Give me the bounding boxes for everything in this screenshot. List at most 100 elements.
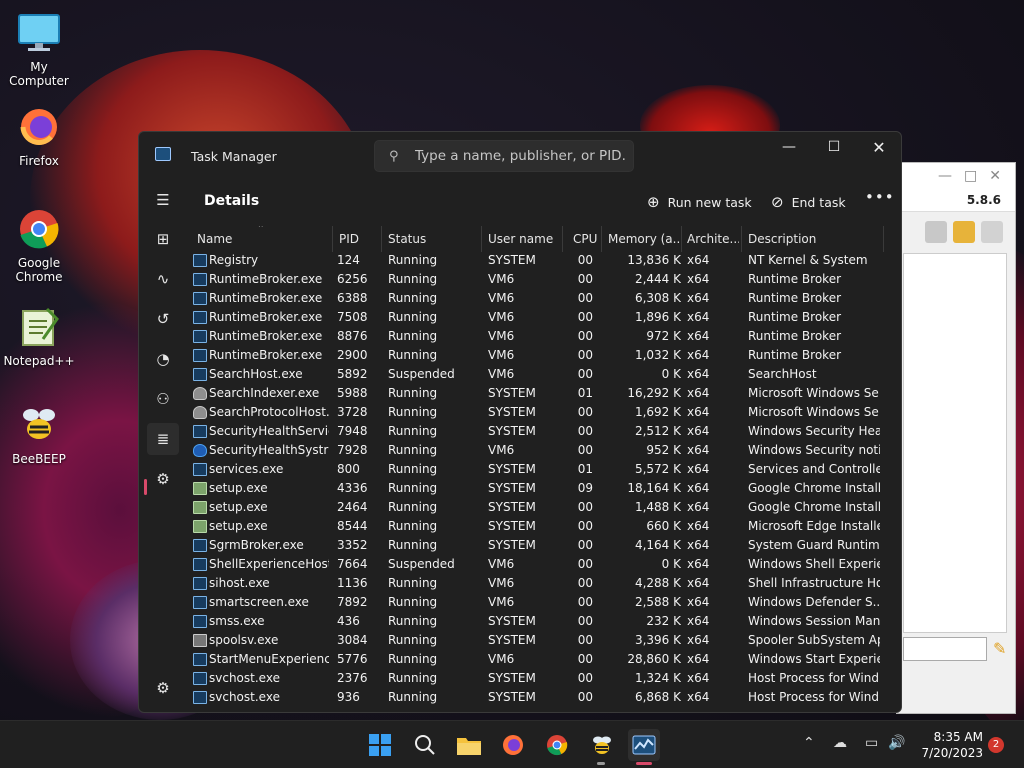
- table-row[interactable]: RuntimeBroker.exe 2900 Running VM6 00 1,032 K…: [191, 347, 887, 366]
- table-row[interactable]: setup.exe 4336 Running SYSTEM 09 18,164 K x64 G…: [191, 480, 887, 499]
- table-row[interactable]: RuntimeBroker.exe 6256 Running VM6 00 2,444 K…: [191, 271, 887, 290]
- table-row[interactable]: SgrmBroker.exe 3352 Running SYSTEM 00 4,164 K…: [191, 537, 887, 556]
- maximize-button[interactable]: ☐: [811, 132, 857, 162]
- clock[interactable]: 8:35 AM 7/20/2023: [915, 729, 983, 761]
- performance-icon[interactable]: ∿: [147, 263, 179, 295]
- table-row[interactable]: ShellExperienceHost.... 7664 Suspended VM6 0…: [191, 556, 887, 575]
- services-icon[interactable]: ⚙: [147, 463, 179, 495]
- column-divider[interactable]: [481, 226, 482, 252]
- beebeep-taskbar-icon[interactable]: [586, 729, 618, 761]
- startup-apps-icon[interactable]: ◔: [147, 343, 179, 375]
- search-input[interactable]: [415, 145, 625, 167]
- column-header-user-name[interactable]: User name: [488, 232, 553, 246]
- cell-pid: 8544: [337, 519, 368, 533]
- column-header-name[interactable]: Name: [197, 232, 232, 246]
- search-box[interactable]: ⚲: [374, 140, 634, 172]
- running-indicator: [597, 762, 605, 765]
- chevron-up-icon[interactable]: ⌃: [803, 735, 815, 751]
- column-divider[interactable]: [883, 226, 884, 252]
- desktop-icon-firefox[interactable]: Firefox: [0, 104, 78, 168]
- close-icon[interactable]: ✕: [989, 168, 1001, 184]
- cell-memory: 972 K: [646, 329, 681, 343]
- table-row[interactable]: SecurityHealthServic... 7948 Running SYSTEM…: [191, 423, 887, 442]
- column-divider[interactable]: [681, 226, 682, 252]
- column-header-description[interactable]: Description: [748, 232, 816, 246]
- maximize-icon[interactable]: □: [964, 168, 977, 184]
- start-button[interactable]: [364, 729, 396, 761]
- desktop-icon-google-chrome[interactable]: Google Chrome: [0, 206, 78, 284]
- column-header-memory[interactable]: Memory (a...: [608, 232, 680, 246]
- table-row[interactable]: svchost.exe 936 Running SYSTEM 00 6,868 K x64 H…: [191, 689, 887, 708]
- table-row[interactable]: sihost.exe 1136 Running VM6 00 4,288 K x64 Shel…: [191, 575, 887, 594]
- table-row[interactable]: StartMenuExperienc... 5776 Running VM6 00 28,…: [191, 651, 887, 670]
- cell-pid: 6256: [337, 272, 368, 286]
- desktop-icon-label: Google Chrome: [15, 256, 63, 284]
- settings-gear-icon[interactable]: ⚙: [147, 672, 179, 704]
- run-new-task-button[interactable]: ⊕ Run new task: [647, 188, 752, 216]
- users-icon[interactable]: ⚇: [147, 383, 179, 415]
- details-icon[interactable]: ≣: [147, 423, 179, 455]
- cell-description: Microsoft Windows Se...: [748, 405, 880, 419]
- table-row[interactable]: SecurityHealthSystra... 7928 Running VM6 00 9…: [191, 442, 887, 461]
- process-icon: [193, 596, 207, 609]
- firefox-taskbar-icon[interactable]: [497, 729, 529, 761]
- table-row[interactable]: RuntimeBroker.exe 8876 Running VM6 00 972 K x6…: [191, 328, 887, 347]
- chrome-taskbar-icon[interactable]: [541, 729, 573, 761]
- background-app-window[interactable]: — □ ✕ 5.8.6 ✎: [896, 162, 1016, 714]
- cell-description: Windows Security noti...: [748, 443, 880, 457]
- cell-memory: 1,488 K: [634, 500, 681, 514]
- column-header-architecture[interactable]: Archite...: [687, 232, 739, 246]
- column-divider[interactable]: [601, 226, 602, 252]
- column-header-cpu[interactable]: CPU: [573, 232, 597, 246]
- table-row[interactable]: RuntimeBroker.exe 6388 Running VM6 00 6,308 K…: [191, 290, 887, 309]
- desktop-icon-notepad-plus-plus[interactable]: Notepad++: [0, 304, 78, 368]
- task-manager-taskbar-icon[interactable]: [628, 729, 660, 761]
- trash-icon[interactable]: [981, 220, 1003, 243]
- network-icon[interactable]: ▭: [865, 735, 878, 751]
- table-row[interactable]: RuntimeBroker.exe 7508 Running VM6 00 1,896 K…: [191, 309, 887, 328]
- column-divider[interactable]: [562, 226, 563, 252]
- table-row[interactable]: SearchIndexer.exe 5988 Running SYSTEM 01 16,2…: [191, 385, 887, 404]
- tool-icon[interactable]: [953, 220, 975, 243]
- volume-icon[interactable]: 🔊: [888, 735, 905, 751]
- table-row[interactable]: setup.exe 2464 Running SYSTEM 00 1,488 K x64 Go…: [191, 499, 887, 518]
- end-task-button[interactable]: ⊘ End task: [771, 188, 846, 216]
- table-row[interactable]: SearchProtocolHost.... 3728 Running SYSTEM 0…: [191, 404, 887, 423]
- close-button[interactable]: ✕: [856, 132, 901, 162]
- tool-icon[interactable]: [925, 220, 947, 243]
- minimize-button[interactable]: —: [766, 132, 812, 162]
- cell-architecture: x64: [687, 481, 710, 495]
- column-header-pid[interactable]: PID: [339, 232, 359, 246]
- column-divider[interactable]: [332, 226, 333, 252]
- cell-status: Running: [388, 538, 438, 552]
- background-window-input[interactable]: [903, 637, 987, 661]
- cell-architecture: x64: [687, 576, 710, 590]
- table-row[interactable]: SearchHost.exe 5892 Suspended VM6 00 0 K x64 Se…: [191, 366, 887, 385]
- table-row[interactable]: services.exe 800 Running SYSTEM 01 5,572 K x64…: [191, 461, 887, 480]
- table-row[interactable]: Registry 124 Running SYSTEM 00 13,836 K x64 NT …: [191, 252, 887, 271]
- minimize-icon[interactable]: —: [938, 168, 952, 184]
- column-divider[interactable]: [741, 226, 742, 252]
- table-row[interactable]: smss.exe 436 Running SYSTEM 00 232 K x64 Window…: [191, 613, 887, 632]
- more-options-icon[interactable]: •••: [865, 188, 895, 206]
- column-header-status[interactable]: Status: [388, 232, 426, 246]
- column-divider[interactable]: [381, 226, 382, 252]
- clock-date: 7/20/2023: [921, 746, 983, 760]
- brush-icon[interactable]: ✎: [993, 639, 1006, 658]
- table-row[interactable]: spoolsv.exe 3084 Running SYSTEM 00 3,396 K x64…: [191, 632, 887, 651]
- table-row[interactable]: svchost.exe 2376 Running SYSTEM 00 1,324 K x64…: [191, 670, 887, 689]
- printer-icon: [193, 634, 207, 647]
- taskbar-search-icon[interactable]: [409, 729, 441, 761]
- processes-icon[interactable]: ⊞: [147, 223, 179, 255]
- notification-badge[interactable]: 2: [988, 737, 1004, 753]
- onedrive-cloud-icon[interactable]: ☁: [833, 735, 847, 751]
- desktop-icon-beebeep[interactable]: BeeBEEP: [0, 402, 78, 466]
- file-explorer-icon[interactable]: [453, 729, 485, 761]
- desktop-icon-my-computer[interactable]: My Computer: [0, 10, 78, 88]
- process-icon: [193, 539, 207, 552]
- shield-icon: [193, 444, 207, 457]
- table-row[interactable]: setup.exe 8544 Running SYSTEM 00 660 K x64 Micr…: [191, 518, 887, 537]
- app-history-icon[interactable]: ↺: [147, 303, 179, 335]
- table-row[interactable]: smartscreen.exe 7892 Running VM6 00 2,588 K x6…: [191, 594, 887, 613]
- hamburger-menu-icon[interactable]: ☰: [147, 184, 179, 216]
